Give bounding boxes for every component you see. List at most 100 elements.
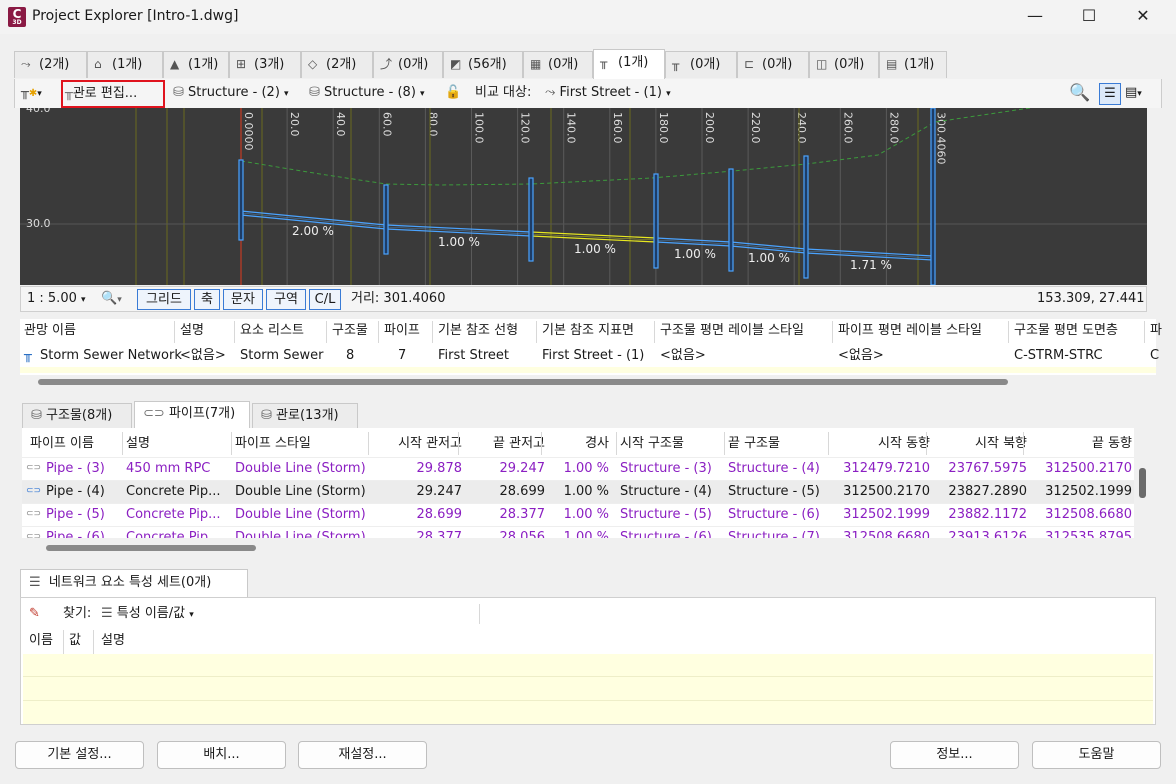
edit-pipe-run-button[interactable]: ╥관로 편집...: [61, 80, 165, 108]
object-tab-12[interactable]: ▤ (1개): [879, 51, 947, 78]
text-toggle-button[interactable]: 문자: [223, 289, 263, 310]
info-button[interactable]: 정보...: [890, 741, 1019, 769]
pipe-cell[interactable]: 312502.1999: [832, 503, 930, 526]
pipe-cell[interactable]: Pipe - (6): [46, 526, 136, 538]
pipe-cell[interactable]: Double Line (Storm): [235, 457, 375, 480]
pipe-column-header[interactable]: 끝 구조물: [728, 432, 832, 455]
network-cell[interactable]: Storm Sewer Network: [40, 346, 182, 368]
network-cell[interactable]: 7: [398, 346, 406, 368]
network-column-header[interactable]: 파이프 평면 레이블 스타일: [838, 321, 982, 343]
tab-structures[interactable]: ⛁ 구조물(8개): [22, 403, 132, 428]
object-tab-3[interactable]: ⊞ (3개): [229, 51, 301, 78]
object-tab-2[interactable]: ▲ (1개): [163, 51, 229, 78]
pipe-cell[interactable]: 312479.7210: [832, 457, 930, 480]
pipe-cell[interactable]: 28.377: [372, 526, 463, 538]
pipe-cell[interactable]: 1.00 %: [545, 480, 609, 503]
pipe-cell[interactable]: Structure - (7): [728, 526, 832, 538]
pipe-column-header[interactable]: 시작 북향: [930, 432, 1027, 455]
pipe-cell[interactable]: 312500.2170: [1027, 457, 1132, 480]
structure-combo-2[interactable]: ⛁ Structure - (8) ▾: [309, 83, 425, 105]
network-table-scrollbar[interactable]: [38, 379, 1008, 385]
pipe-cell[interactable]: 450 mm RPC: [126, 457, 226, 480]
profile-view[interactable]: 0.0000 20.0 40.0 60.0 80.0 100.0 120.0 140.0 160…: [20, 108, 1147, 285]
pipe-cell[interactable]: Pipe - (5): [46, 503, 136, 526]
network-cell[interactable]: Storm Sewer: [240, 346, 323, 368]
grid-toggle-button[interactable]: 그리드: [137, 289, 191, 310]
pipe-cell[interactable]: 1.00 %: [545, 503, 609, 526]
pipes-vertical-scrollbar[interactable]: [1139, 468, 1146, 498]
axis-toggle-button[interactable]: 축: [194, 289, 220, 310]
network-cell[interactable]: First Street - (1): [542, 346, 644, 368]
pipe-cell[interactable]: 28.699: [372, 503, 463, 526]
network-column-header[interactable]: 기본 참조 지표면: [542, 321, 634, 343]
pipe-column-header[interactable]: 시작 동향: [832, 432, 930, 455]
pipe-cell[interactable]: 29.247: [372, 480, 463, 503]
pipe-cell[interactable]: 1.00 %: [545, 457, 609, 480]
pipe-column-header[interactable]: 시작 구조물: [620, 432, 728, 455]
help-button[interactable]: 도움말: [1032, 741, 1161, 769]
find-combo[interactable]: ☰ 특성 이름/값 ▾: [101, 604, 194, 626]
pipes-horizontal-scrollbar[interactable]: [46, 545, 256, 551]
pipe-cell[interactable]: 312502.1999: [1027, 480, 1132, 503]
pipe-cell[interactable]: 29.878: [372, 457, 463, 480]
pipe-cell[interactable]: Concrete Pip...: [126, 480, 226, 503]
layout-view-icon[interactable]: ▤▾: [1125, 83, 1142, 105]
tab-pipes[interactable]: ⊂⊃ 파이프(7개): [134, 401, 250, 429]
network-cell[interactable]: <없음>: [180, 346, 226, 368]
pipe-cell[interactable]: Structure - (4): [620, 480, 728, 503]
network-cell[interactable]: First Street: [438, 346, 509, 368]
pipe-cell[interactable]: 1.00 %: [545, 526, 609, 538]
network-cell[interactable]: 8: [346, 346, 354, 368]
object-tab-11[interactable]: ◫ (0개): [809, 51, 879, 78]
object-tab-10[interactable]: ⊏ (0개): [737, 51, 809, 78]
minimize-button[interactable]: —: [1012, 0, 1058, 34]
compare-combo[interactable]: ⤳ First Street - (1) ▾: [545, 83, 671, 105]
pipe-cell[interactable]: 312508.6680: [832, 526, 930, 538]
network-column-header[interactable]: 기본 참조 선형: [438, 321, 518, 343]
network-column-header[interactable]: 파이프: [384, 321, 420, 343]
pipe-cell[interactable]: Pipe - (4): [46, 480, 136, 503]
pipe-cell[interactable]: Structure - (3): [620, 457, 728, 480]
pipe-cell[interactable]: Concrete Pip...: [126, 503, 226, 526]
pipe-column-header[interactable]: 끝 관저고: [462, 432, 545, 455]
reset-button[interactable]: 재설정...: [298, 741, 427, 769]
pipe-cell[interactable]: Structure - (4): [728, 457, 832, 480]
layout-button[interactable]: 배치...: [157, 741, 286, 769]
network-column-header[interactable]: 구조물 평면 레이블 스타일: [660, 321, 804, 343]
scale-combo[interactable]: 1 : 5.00 ▾: [27, 289, 86, 311]
object-tab-6[interactable]: ◩ (56개): [443, 51, 523, 78]
pipe-cell[interactable]: 28.699: [462, 480, 546, 503]
centerline-toggle-button[interactable]: C/L: [309, 289, 341, 310]
pipe-cell[interactable]: 312535.8795: [1027, 526, 1132, 538]
maximize-button[interactable]: ☐: [1066, 0, 1112, 34]
pipe-cell[interactable]: 23767.5975: [930, 457, 1027, 480]
pipe-cell[interactable]: Structure - (6): [620, 526, 728, 538]
tab-property-sets[interactable]: ☰ 네트워크 요소 특성 세트(0개): [20, 569, 248, 597]
pipe-cell[interactable]: Double Line (Storm): [235, 480, 375, 503]
pipe-column-header[interactable]: 경사: [545, 432, 609, 455]
pipe-cell[interactable]: Structure - (5): [728, 480, 832, 503]
object-tab-7[interactable]: ▦ (0개): [523, 51, 593, 78]
basic-settings-button[interactable]: 기본 설정...: [15, 741, 144, 769]
pipe-cell[interactable]: 28.377: [462, 503, 546, 526]
object-tab-1[interactable]: ⌂ (1개): [87, 51, 163, 78]
object-tab-5[interactable]: ⤴ (0개): [373, 51, 443, 78]
pipe-cell[interactable]: 312508.6680: [1027, 503, 1132, 526]
pipe-cell[interactable]: Concrete Pip...: [126, 526, 226, 538]
network-column-header[interactable]: 구조물 평면 도면층: [1014, 321, 1118, 343]
pipe-column-header[interactable]: 파이프 이름: [30, 432, 120, 455]
structure-combo-1[interactable]: ⛁ Structure - (2) ▾: [173, 83, 289, 105]
network-column-header[interactable]: 관망 이름: [24, 321, 76, 343]
network-cell[interactable]: C: [1150, 346, 1159, 368]
list-view-icon[interactable]: ☰: [1099, 83, 1121, 105]
pipe-cell[interactable]: 28.056: [462, 526, 546, 538]
network-column-header[interactable]: 설명: [180, 321, 204, 343]
pipe-cell[interactable]: 23913.6126: [930, 526, 1027, 538]
edit-property-icon[interactable]: ✎: [29, 604, 40, 626]
object-tab-9[interactable]: ╥ (0개): [665, 51, 737, 78]
pipe-column-header[interactable]: 시작 관저고: [372, 432, 462, 455]
pipe-cell[interactable]: 23827.2890: [930, 480, 1027, 503]
close-button[interactable]: ✕: [1120, 0, 1166, 34]
pipe-cell[interactable]: Pipe - (3): [46, 457, 136, 480]
lock-icon[interactable]: 🔓: [445, 83, 461, 105]
